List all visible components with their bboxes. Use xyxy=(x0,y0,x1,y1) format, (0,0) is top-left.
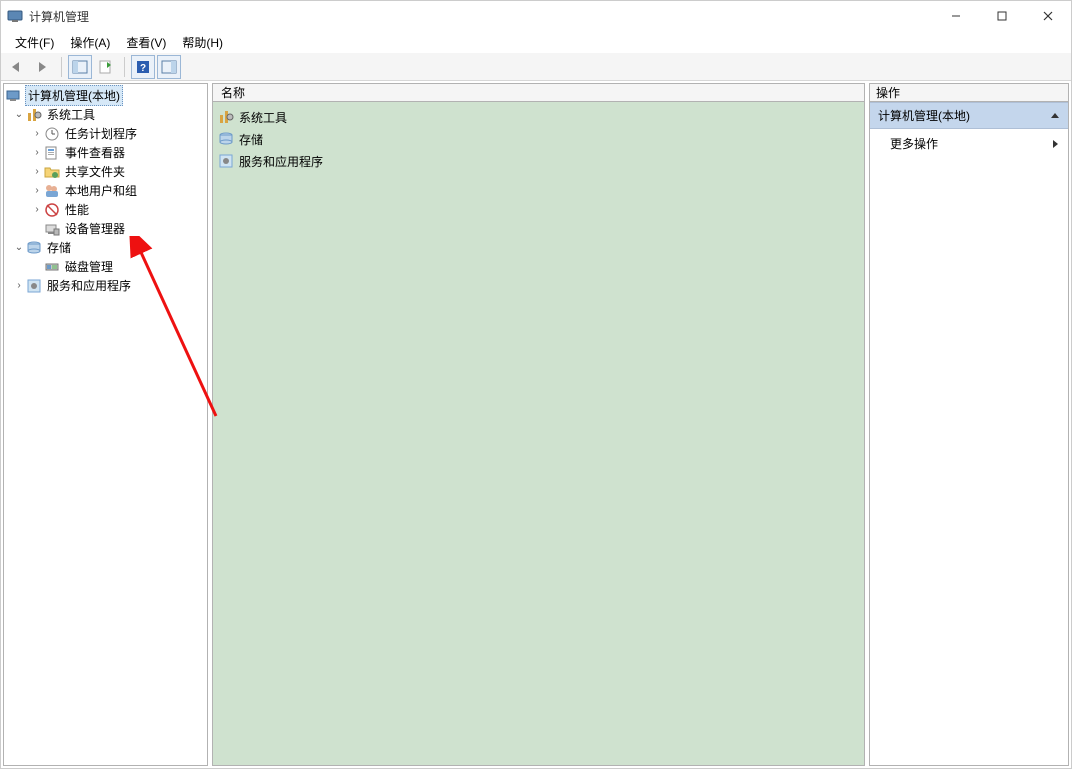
chevron-right-icon[interactable]: › xyxy=(30,128,44,139)
tools-icon xyxy=(217,109,235,125)
users-icon xyxy=(44,183,60,199)
menu-file[interactable]: 文件(F) xyxy=(7,32,62,53)
folder-share-icon xyxy=(44,164,60,180)
tree-storage[interactable]: ⌄ 存储 xyxy=(4,238,207,257)
device-icon xyxy=(44,221,60,237)
tree-performance[interactable]: › 性能 xyxy=(4,200,207,219)
tree-item-label: 设备管理器 xyxy=(63,219,127,238)
tree-system-tools[interactable]: ⌄ 系统工具 xyxy=(4,105,207,124)
tree-pane: 计算机管理(本地) ⌄ 系统工具 › 任务计划程序 xyxy=(3,83,208,766)
tree-services-apps[interactable]: › 服务和应用程序 xyxy=(4,276,207,295)
list-item-storage[interactable]: 存储 xyxy=(215,128,862,150)
tools-icon xyxy=(26,107,42,123)
computer-icon xyxy=(6,88,22,104)
tree-shared-folders[interactable]: › 共享文件夹 xyxy=(4,162,207,181)
actions-more[interactable]: 更多操作 xyxy=(870,129,1068,158)
tree-device-manager[interactable]: 设备管理器 xyxy=(4,219,207,238)
svg-text:?: ? xyxy=(140,63,146,74)
tree-item-label: 系统工具 xyxy=(45,105,97,124)
maximize-button[interactable] xyxy=(979,1,1025,31)
menu-action[interactable]: 操作(A) xyxy=(62,32,118,53)
storage-icon xyxy=(26,240,42,256)
actions-header: 操作 xyxy=(870,84,1068,102)
tree-item-label: 存储 xyxy=(45,238,73,257)
menu-view[interactable]: 查看(V) xyxy=(118,32,174,53)
close-button[interactable] xyxy=(1025,1,1071,31)
chevron-right-icon[interactable]: › xyxy=(30,166,44,177)
tree-local-users[interactable]: › 本地用户和组 xyxy=(4,181,207,200)
tree-root[interactable]: 计算机管理(本地) xyxy=(4,86,207,105)
tree-item-label: 磁盘管理 xyxy=(63,257,115,276)
content-list[interactable]: 系统工具 存储 服务和应用程序 xyxy=(213,102,864,765)
main-area: 计算机管理(本地) ⌄ 系统工具 › 任务计划程序 xyxy=(1,81,1071,768)
tree-root-label: 计算机管理(本地) xyxy=(25,85,123,106)
menu-help[interactable]: 帮助(H) xyxy=(174,32,231,53)
collapse-icon[interactable] xyxy=(1050,111,1060,121)
show-actions-button[interactable] xyxy=(157,55,181,79)
tree-event-viewer[interactable]: › 事件查看器 xyxy=(4,143,207,162)
tree-item-label: 事件查看器 xyxy=(63,143,127,162)
services-icon xyxy=(217,153,235,169)
minimize-button[interactable] xyxy=(933,1,979,31)
chevron-right-icon[interactable]: › xyxy=(30,204,44,215)
tree-item-label: 服务和应用程序 xyxy=(45,276,133,295)
actions-more-label: 更多操作 xyxy=(890,135,938,152)
toolbar-separator xyxy=(124,57,125,77)
app-icon xyxy=(7,8,23,24)
tree-disk-management[interactable]: 磁盘管理 xyxy=(4,257,207,276)
content-pane: 名称 系统工具 存储 xyxy=(212,83,865,766)
chevron-right-icon[interactable]: › xyxy=(30,185,44,196)
toolbar-separator xyxy=(61,57,62,77)
content-column-header[interactable]: 名称 xyxy=(213,84,864,102)
clock-icon xyxy=(44,126,60,142)
tree-item-label: 性能 xyxy=(63,200,91,219)
actions-pane: 操作 计算机管理(本地) 更多操作 xyxy=(869,83,1069,766)
tree-view[interactable]: 计算机管理(本地) ⌄ 系统工具 › 任务计划程序 xyxy=(4,84,207,765)
chevron-down-icon[interactable]: ⌄ xyxy=(12,109,26,120)
storage-icon xyxy=(217,131,235,147)
help-button[interactable]: ? xyxy=(131,55,155,79)
actions-section[interactable]: 计算机管理(本地) xyxy=(870,102,1068,129)
actions-section-title: 计算机管理(本地) xyxy=(878,107,970,124)
show-tree-button[interactable] xyxy=(68,55,92,79)
tree-item-label: 任务计划程序 xyxy=(63,124,139,143)
chevron-right-icon[interactable]: › xyxy=(12,280,26,291)
list-item-label: 系统工具 xyxy=(239,109,287,126)
window-root: 计算机管理 文件(F) 操作(A) 查看(V) 帮助(H) xyxy=(0,0,1072,769)
services-icon xyxy=(26,278,42,294)
list-item-system-tools[interactable]: 系统工具 xyxy=(215,106,862,128)
titlebar: 计算机管理 xyxy=(1,1,1071,31)
chevron-right-icon xyxy=(1052,139,1060,149)
menubar: 文件(F) 操作(A) 查看(V) 帮助(H) xyxy=(1,31,1071,53)
chevron-down-icon[interactable]: ⌄ xyxy=(12,242,26,253)
tree-item-label: 本地用户和组 xyxy=(63,181,139,200)
nav-back-button[interactable] xyxy=(5,55,29,79)
tree-item-label: 共享文件夹 xyxy=(63,162,127,181)
list-item-label: 存储 xyxy=(239,131,263,148)
refresh-button[interactable] xyxy=(94,55,118,79)
window-controls xyxy=(933,1,1071,31)
chevron-right-icon[interactable]: › xyxy=(30,147,44,158)
list-item-label: 服务和应用程序 xyxy=(239,153,323,170)
list-item-services-apps[interactable]: 服务和应用程序 xyxy=(215,150,862,172)
window-title: 计算机管理 xyxy=(29,8,933,25)
toolbar: ? xyxy=(1,53,1071,81)
tree-task-scheduler[interactable]: › 任务计划程序 xyxy=(4,124,207,143)
performance-icon xyxy=(44,202,60,218)
event-icon xyxy=(44,145,60,161)
nav-forward-button[interactable] xyxy=(31,55,55,79)
disk-icon xyxy=(44,259,60,275)
actions-header-label: 操作 xyxy=(876,84,900,101)
column-name-label: 名称 xyxy=(221,84,245,101)
